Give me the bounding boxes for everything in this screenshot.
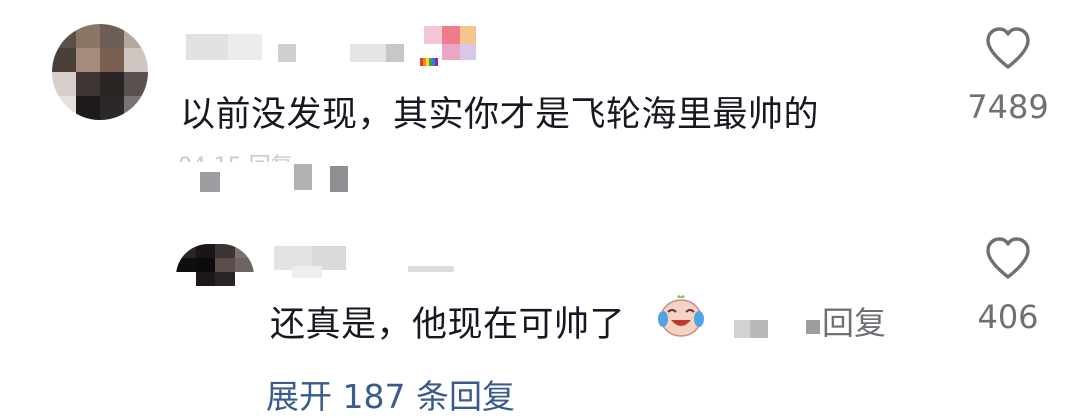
reply-avatar[interactable] xyxy=(176,244,254,300)
comment-text: 以前没发现，其实你才是飞轮海里最帅的 xyxy=(180,95,820,135)
reply-like-heart-icon[interactable] xyxy=(984,236,1032,280)
laughing-crying-emoji-icon xyxy=(656,292,706,338)
avatar[interactable] xyxy=(52,24,148,120)
reply-like-count: 406 xyxy=(977,298,1039,336)
reply-button[interactable]: 回复 xyxy=(822,298,886,344)
comment-meta: 04-15 回复 xyxy=(178,148,293,162)
like-heart-icon[interactable] xyxy=(984,26,1032,70)
expand-replies-link[interactable]: 展开 187 条回复 xyxy=(266,370,515,418)
reply-text: 还真是，他现在可帅了 xyxy=(270,305,626,345)
like-count: 7489 xyxy=(967,88,1049,126)
